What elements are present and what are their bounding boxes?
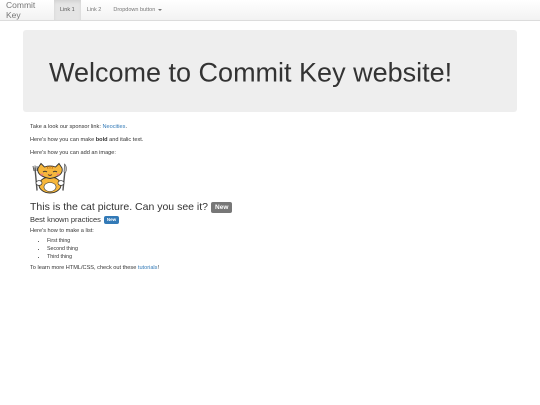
- sponsor-prefix: Take a look our sponsor link:: [30, 124, 103, 130]
- bold-suffix: text.: [131, 137, 144, 143]
- cat-heading: This is the cat picture. Can you see it?…: [30, 201, 510, 214]
- top-navbar: Commit Key Link 1 Link 2 Dropdown button: [0, 0, 540, 21]
- nav-link-1[interactable]: Link 1: [54, 0, 81, 20]
- sponsor-link[interactable]: Neocities: [102, 124, 125, 130]
- image-intro: Here's how you can add an image:: [30, 150, 116, 156]
- cat-heading-text: This is the cat picture. Can you see it?: [30, 201, 209, 213]
- practices-new-badge: New: [103, 216, 120, 224]
- bold-word: bold: [95, 137, 108, 143]
- jumbotron: Welcome to Commit Key website!: [23, 30, 517, 112]
- cat-new-badge: New: [211, 202, 233, 213]
- bold-prefix: Here's how you can make: [30, 137, 96, 143]
- list-item: First thing: [47, 237, 510, 245]
- list-item: Second thing: [47, 245, 510, 253]
- main-content: Take a look our sponsor link: Neocities.…: [30, 124, 510, 278]
- dropdown-button-label: Dropdown button: [113, 7, 156, 13]
- example-list: First thing Second thing Third thing: [47, 237, 510, 261]
- nav-link-2[interactable]: Link 2: [81, 0, 108, 20]
- sponsor-paragraph: Take a look our sponsor link: Neocities.: [30, 124, 510, 131]
- bold-italic-paragraph: Here's how you can make bold and italic …: [30, 137, 510, 144]
- italic-word: italic: [120, 137, 132, 143]
- page-title: Welcome to Commit Key website!: [49, 57, 453, 88]
- nav-link-2-label: Link 2: [86, 7, 102, 13]
- dropdown-button[interactable]: Dropdown button: [107, 0, 168, 20]
- list-item: Third thing: [47, 253, 510, 261]
- learn-prefix: To learn more HTML/CSS, check out these: [30, 265, 138, 271]
- cat-mascot-image: [32, 162, 67, 194]
- learn-suffix: !: [157, 265, 160, 271]
- practices-heading-text: Best known practices: [30, 215, 101, 224]
- bold-middle: and: [107, 137, 121, 143]
- practices-heading: Best known practices New: [30, 215, 510, 225]
- tutorials-link[interactable]: tutorials: [138, 265, 158, 271]
- learn-more-paragraph: To learn more HTML/CSS, check out these …: [30, 265, 510, 272]
- sponsor-suffix: .: [125, 124, 128, 130]
- list-intro: Here's how to make a list:: [30, 228, 94, 234]
- navbar-brand[interactable]: Commit Key: [0, 0, 54, 20]
- nav-link-1-label: Link 1: [60, 7, 75, 13]
- caret-down-icon: [158, 9, 163, 11]
